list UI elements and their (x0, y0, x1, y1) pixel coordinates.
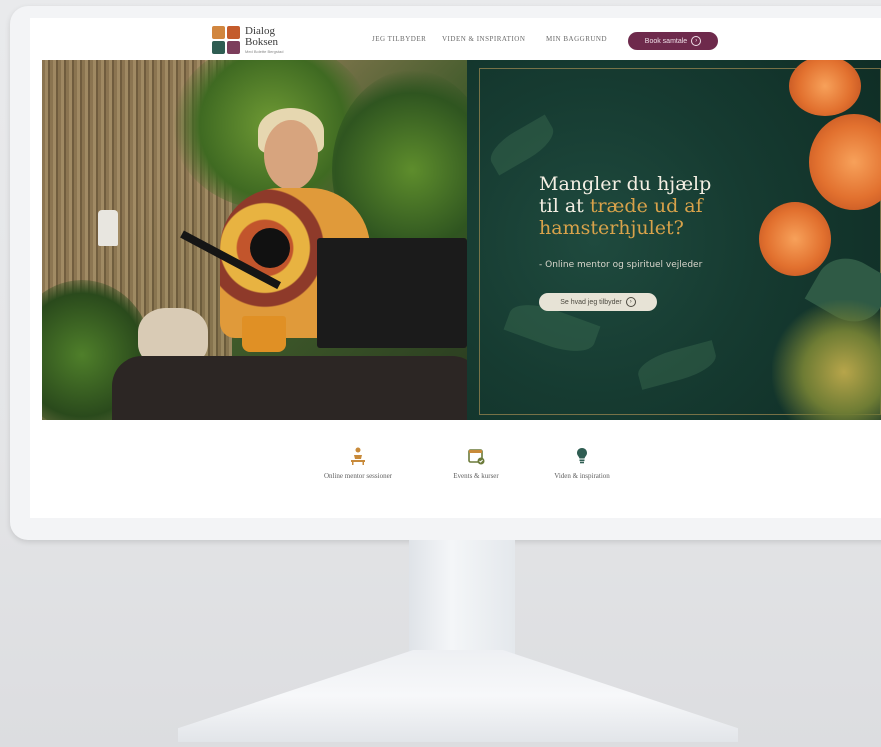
calendar-icon (466, 446, 486, 466)
headline-line3: hamsterhjulet? (539, 217, 684, 239)
hero-button-label: Se hvad jeg tilbyder (560, 298, 622, 306)
monitor-stand-base (178, 650, 738, 742)
headline-line2: til at træde ud af (539, 195, 779, 217)
hero-panel: Mangler du hjælp til at træde ud af hams… (467, 60, 881, 420)
feature-viden-inspiration[interactable]: Viden & inspiration (522, 446, 642, 480)
book-samtale-label: Book samtale (644, 37, 688, 45)
feature-label: Events & kurser (453, 472, 499, 480)
website-screen: Dialog Boksen Med Bolette Bergstad JEG T… (30, 18, 881, 518)
hero-headline: Mangler du hjælp til at træde ud af hams… (539, 173, 779, 239)
logo-tagline: Med Bolette Bergstad (245, 49, 284, 54)
laptop (317, 238, 467, 348)
lightbulb-icon (572, 446, 592, 466)
microphone (250, 228, 290, 268)
lantern (98, 210, 118, 246)
se-hvad-jeg-tilbyder-button[interactable]: Se hvad jeg tilbyder › (539, 293, 657, 311)
arrow-circle-icon: › (625, 297, 636, 307)
book-samtale-button[interactable]: Book samtale › (628, 32, 718, 50)
logo-name: Dialog Boksen (245, 26, 293, 48)
logo-mark-icon (212, 26, 242, 54)
nav-item-jeg-tilbyder[interactable]: JEG TILBYDER (372, 35, 426, 43)
person-table-icon (348, 446, 368, 466)
nav-item-viden-inspiration[interactable]: VIDEN & INSPIRATION (442, 35, 525, 43)
headline-line2-gold: træde ud af (589, 195, 703, 217)
feature-events-kurser[interactable]: Events & kurser (416, 446, 536, 480)
hero-subline: - Online mentor og spirituel vejleder (539, 260, 703, 270)
feature-label: Online mentor sessioner (323, 472, 393, 480)
nav-item-min-baggrund[interactable]: MIN BAGGRUND (546, 35, 607, 43)
hero-photo (42, 60, 467, 420)
feature-online-mentor[interactable]: Online mentor sessioner (298, 446, 418, 480)
top-navigation: Dialog Boksen Med Bolette Bergstad JEG T… (30, 18, 881, 60)
features-section: Online mentor sessioner Events & kurser (30, 420, 881, 518)
headline-line2-plain: til at (539, 195, 590, 217)
fern (772, 300, 881, 420)
person-head (264, 120, 318, 190)
logo-name-line2: Boksen (245, 36, 278, 48)
feature-label: Viden & inspiration (554, 472, 610, 480)
arrow-circle-icon: › (691, 36, 702, 46)
headline-line1: Mangler du hjælp (539, 173, 712, 195)
table (112, 356, 467, 420)
hero-section: Mangler du hjælp til at træde ud af hams… (42, 60, 881, 420)
mug (242, 316, 286, 352)
logo[interactable]: Dialog Boksen Med Bolette Bergstad (212, 26, 292, 54)
monitor-frame: Dialog Boksen Med Bolette Bergstad JEG T… (10, 6, 881, 540)
